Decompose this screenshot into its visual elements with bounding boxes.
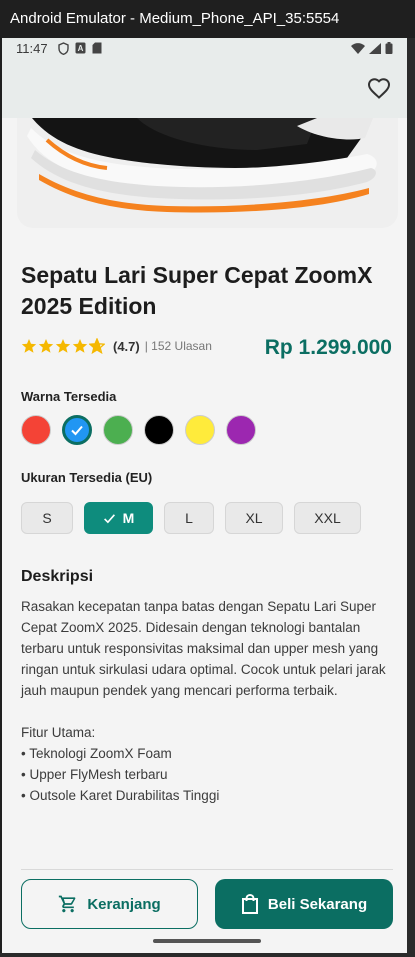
app-bar	[2, 60, 407, 118]
color-swatch[interactable]	[144, 415, 174, 445]
buy-label: Beli Sekarang	[267, 895, 368, 913]
review-count: | 152 Ulasan	[144, 339, 212, 353]
add-to-cart-button[interactable]: Keranjang	[21, 879, 198, 929]
size-label: XXL	[314, 510, 341, 526]
size-label: S	[42, 510, 52, 526]
color-swatch[interactable]	[226, 415, 256, 445]
sizes-label: Ukuran Tersedia (EU)	[21, 470, 153, 485]
battery-icon	[385, 42, 393, 54]
description-text: Rasakan kecepatan tanpa batas dengan Sep…	[21, 599, 386, 803]
window-edge	[407, 38, 415, 957]
size-label: XL	[245, 510, 263, 526]
wifi-icon	[351, 42, 365, 54]
heart-outline-icon	[367, 78, 391, 99]
size-chip[interactable]: L	[164, 502, 214, 534]
phone-screen: 11:47 A Sepatu Lari Super Cepat ZoomX 20…	[2, 38, 407, 953]
check-icon	[103, 513, 115, 523]
color-swatch[interactable]	[21, 415, 51, 445]
cart-label: Keranjang	[87, 895, 161, 913]
check-icon	[71, 425, 83, 436]
star-full-icon	[55, 339, 71, 353]
product-price: Rp 1.299.000	[264, 336, 392, 359]
star-full-icon	[21, 339, 37, 353]
color-swatch[interactable]	[103, 415, 133, 445]
shield-icon	[58, 42, 69, 55]
product-title: Sepatu Lari Super Cepat ZoomX 2025 Editi…	[21, 262, 373, 319]
favorite-button[interactable]	[367, 77, 391, 101]
size-label: L	[185, 510, 193, 526]
size-label: M	[122, 510, 135, 526]
shopping-bag-icon	[241, 894, 258, 914]
star-full-icon	[72, 339, 88, 353]
size-chip[interactable]: XXL	[294, 502, 361, 534]
svg-text:A: A	[78, 44, 84, 53]
color-swatch[interactable]	[62, 415, 92, 445]
window-title: Android Emulator - Medium_Phone_API_35:5…	[10, 10, 340, 27]
star-half-icon	[89, 338, 105, 354]
rating-row: (4.7) | 152 Ulasan	[21, 338, 212, 354]
app-notification-icon: A	[75, 42, 86, 54]
color-swatch[interactable]	[185, 415, 215, 445]
home-indicator[interactable]	[153, 939, 261, 943]
signal-icon	[369, 42, 381, 54]
description-title: Deskripsi	[21, 568, 94, 585]
status-time: 11:47	[16, 41, 48, 56]
size-chip[interactable]: M	[84, 502, 153, 534]
size-chip[interactable]: XL	[225, 502, 283, 534]
star-rating	[21, 338, 105, 354]
window-edge-bottom	[0, 953, 415, 957]
color-options	[21, 415, 256, 445]
cart-icon	[59, 895, 76, 913]
star-full-icon	[38, 339, 54, 353]
divider	[21, 869, 393, 870]
colors-label: Warna Tersedia	[21, 389, 117, 404]
buy-now-button[interactable]: Beli Sekarang	[215, 879, 393, 929]
size-options: S M L XL XXL	[21, 502, 361, 534]
rating-value: (4.7)	[113, 338, 140, 354]
size-chip[interactable]: S	[21, 502, 73, 534]
sd-card-icon	[92, 42, 102, 54]
emulator-title-bar: Android Emulator - Medium_Phone_API_35:5…	[0, 0, 415, 38]
status-bar: 11:47 A	[2, 38, 407, 60]
